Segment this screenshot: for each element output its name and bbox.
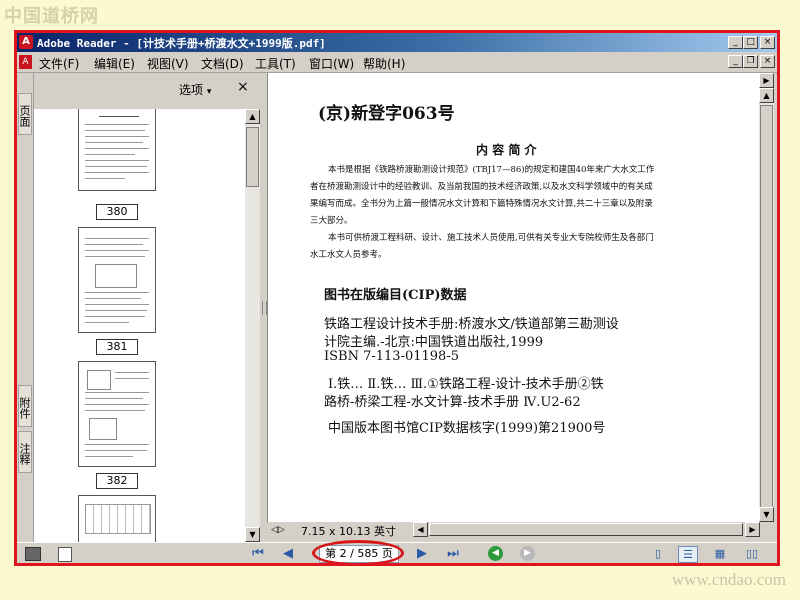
highlight-frame: [14, 30, 780, 566]
watermark-bottom: www.cndao.com: [671, 570, 786, 589]
watermark-top: 中国道桥网: [4, 6, 99, 27]
